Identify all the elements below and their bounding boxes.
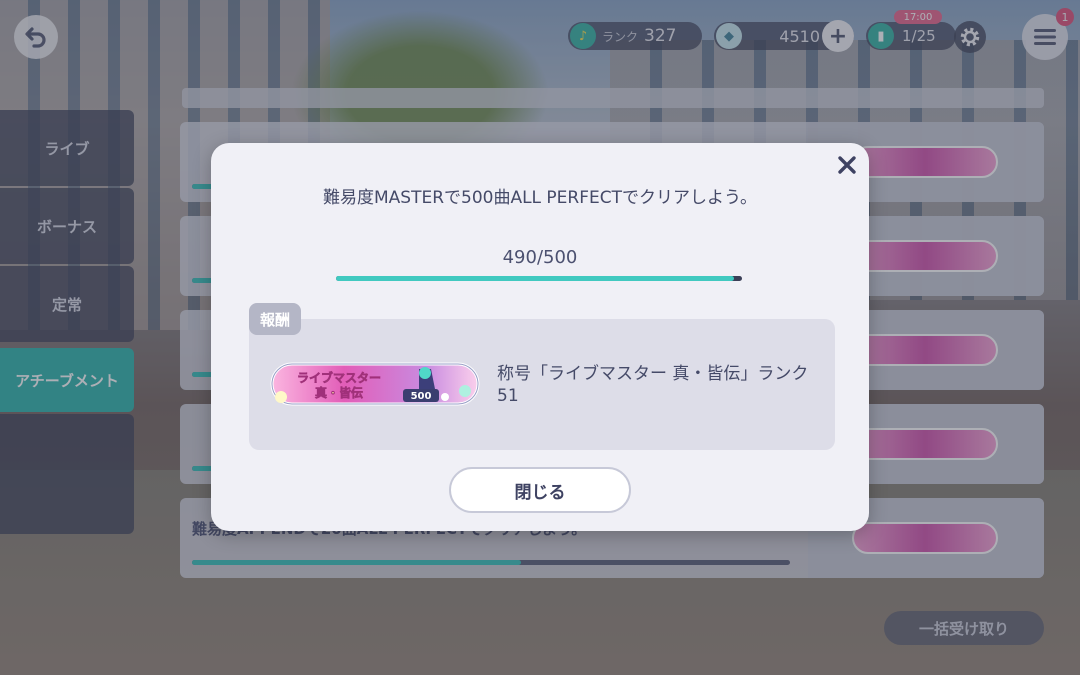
mission-text: 難易度MASTERで500曲ALL PERFECTでクリアしよう。	[322, 188, 757, 208]
achievement-detail-dialog: 難易度MASTERで500曲ALL PERFECTでクリアしよう。 490/50…	[211, 143, 869, 531]
reward-label: 報酬	[249, 303, 301, 335]
close-button[interactable]: 閉じる	[449, 467, 631, 513]
progress-bar-fill	[336, 276, 734, 281]
flower-decoration	[275, 391, 287, 403]
plate-line-1: ライブマスター	[297, 370, 381, 385]
plate-line-2: 真・皆伝	[315, 385, 363, 400]
progress-bar	[336, 276, 742, 281]
reward-panel: 500 ライブマスター 真・皆伝 称号「ライブマスター 真・皆伝」ランク51	[249, 319, 835, 450]
reward-description: 称号「ライブマスター 真・皆伝」ランク51	[497, 364, 809, 406]
title-plate-image: 500 ライブマスター 真・皆伝	[270, 362, 480, 406]
progress-count: 490/500	[502, 247, 578, 268]
close-icon-button[interactable]	[831, 149, 863, 181]
plate-number: 500	[411, 391, 432, 402]
close-icon	[838, 156, 856, 174]
